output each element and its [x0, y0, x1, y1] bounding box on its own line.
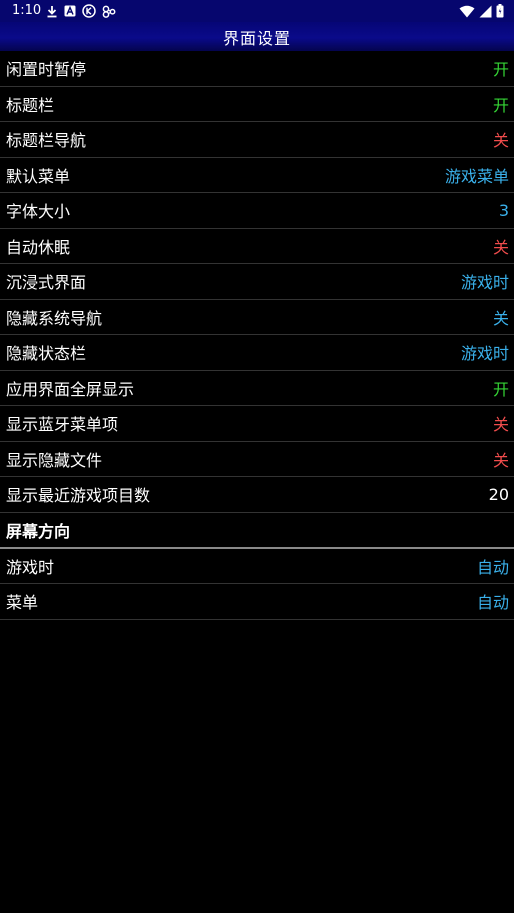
- setting-row-title-bar-navigation[interactable]: 标题栏导航 关: [0, 122, 514, 158]
- setting-value: 游戏菜单: [444, 166, 509, 186]
- setting-label: 自动休眠: [6, 237, 71, 257]
- setting-label: 隐藏系统导航: [6, 308, 103, 328]
- setting-value: 开: [492, 379, 509, 399]
- status-icons-right: [459, 3, 504, 19]
- setting-value: 20: [488, 484, 509, 504]
- status-icons-left: [46, 3, 116, 19]
- setting-row-font-size[interactable]: 字体大小 3: [0, 193, 514, 229]
- setting-row-title-bar[interactable]: 标题栏 开: [0, 87, 514, 122]
- setting-label: 应用界面全屏显示: [6, 379, 135, 399]
- setting-value: 自动: [476, 557, 509, 577]
- setting-label: 游戏时: [6, 557, 55, 577]
- battery-icon: [496, 4, 504, 18]
- setting-label: 字体大小: [6, 202, 71, 222]
- settings-list: 闲置时暂停 开 标题栏 开 标题栏导航 关 默认菜单 游戏菜单 字体大小 3 自…: [0, 51, 514, 620]
- setting-label: 隐藏状态栏: [6, 344, 87, 364]
- setting-row-recent-games-count[interactable]: 显示最近游戏项目数 20: [0, 477, 514, 513]
- setting-value: 3: [498, 200, 509, 220]
- setting-value: 关: [492, 415, 509, 435]
- setting-value: 关: [492, 131, 509, 151]
- k-circle-icon: [82, 4, 96, 18]
- setting-value: 自动: [476, 593, 509, 613]
- setting-value: 关: [492, 237, 509, 257]
- setting-value: 游戏时: [460, 273, 509, 293]
- setting-label: 默认菜单: [6, 166, 71, 186]
- setting-value: 游戏时: [460, 344, 509, 364]
- setting-value: 关: [492, 308, 509, 328]
- signal-icon: [479, 5, 492, 18]
- setting-label: 菜单: [6, 593, 39, 613]
- setting-row-default-menu[interactable]: 默认菜单 游戏菜单: [0, 158, 514, 193]
- setting-row-orientation-in-game[interactable]: 游戏时 自动: [0, 549, 514, 584]
- setting-value: 开: [492, 95, 509, 115]
- setting-row-show-bluetooth-menu[interactable]: 显示蓝牙菜单项 关: [0, 406, 514, 442]
- setting-label: 标题栏: [6, 95, 55, 115]
- setting-row-hide-status-bar[interactable]: 隐藏状态栏 游戏时: [0, 335, 514, 371]
- status-bar: 1:10: [0, 0, 514, 22]
- setting-label: 沉浸式界面: [6, 273, 87, 293]
- setting-value: 关: [492, 450, 509, 470]
- download-icon: [46, 5, 58, 18]
- setting-label: 显示蓝牙菜单项: [6, 415, 119, 435]
- status-time: 1:10: [12, 3, 42, 18]
- setting-row-auto-sleep[interactable]: 自动休眠 关: [0, 229, 514, 264]
- page-title: 界面设置: [222, 28, 291, 48]
- setting-label: 显示最近游戏项目数: [6, 486, 151, 506]
- setting-label: 闲置时暂停: [6, 60, 87, 80]
- setting-row-pause-when-idle[interactable]: 闲置时暂停 开: [0, 51, 514, 87]
- setting-label: 显示隐藏文件: [6, 450, 103, 470]
- setting-label: 标题栏导航: [6, 131, 87, 151]
- setting-row-immersive-ui[interactable]: 沉浸式界面 游戏时: [0, 264, 514, 300]
- page-header: 界面设置: [0, 22, 514, 51]
- a-box-icon: [64, 5, 76, 17]
- section-header-screen-orientation: 屏幕方向: [0, 513, 514, 549]
- wifi-icon: [459, 5, 475, 18]
- setting-row-hide-system-navigation[interactable]: 隐藏系统导航 关: [0, 300, 514, 335]
- setting-row-app-fullscreen[interactable]: 应用界面全屏显示 开: [0, 371, 514, 406]
- setting-row-orientation-menu[interactable]: 菜单 自动: [0, 584, 514, 620]
- setting-row-show-hidden-files[interactable]: 显示隐藏文件 关: [0, 442, 514, 477]
- link-icon: [102, 5, 116, 18]
- setting-value: 开: [492, 60, 509, 80]
- section-title: 屏幕方向: [6, 521, 71, 541]
